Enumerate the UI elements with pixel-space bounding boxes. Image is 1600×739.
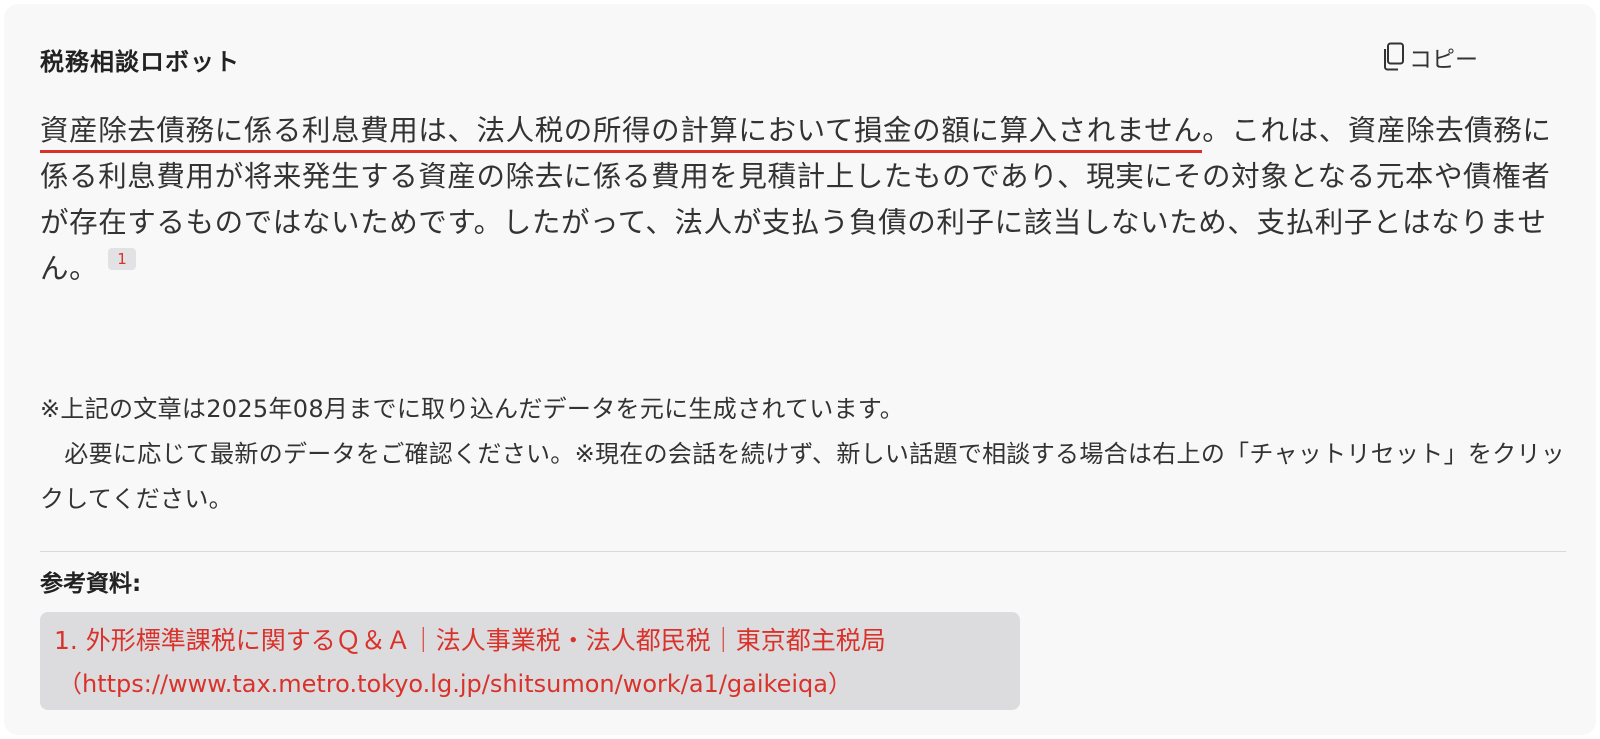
highlighted-answer: 資産除去債務に係る利息費用は、法人税の所得の計算において損金の額に算入されません xyxy=(40,114,1203,153)
divider xyxy=(40,551,1566,552)
chat-message-card: 税務相談ロボット コピー 資産除去債務に係る利息費用は、法人税の所得の計算におい… xyxy=(4,4,1596,735)
copy-button[interactable]: コピー xyxy=(1381,40,1478,74)
answer-text: 資産除去債務に係る利息費用は、法人税の所得の計算において損金の額に算入されません… xyxy=(40,108,1570,292)
disclaimer-note: ※上記の文章は2025年08月までに取り込んだデータを元に生成されています。 必… xyxy=(40,387,1570,522)
disclaimer-line-2: 必要に応じて最新のデータをご確認ください。※現在の会話を続けず、新しい話題で相談… xyxy=(40,440,1566,513)
disclaimer-line-1: ※上記の文章は2025年08月までに取り込んだデータを元に生成されています。 xyxy=(40,395,905,423)
message-header: 税務相談ロボット コピー xyxy=(40,40,1556,76)
copy-button-label: コピー xyxy=(1409,47,1478,73)
reference-link-1[interactable]: 1. 外形標準課税に関するＱ＆Ａ｜法人事業税・法人都民税｜東京都主税局 （htt… xyxy=(40,612,1020,710)
reference-url[interactable]: （https://www.tax.metro.tokyo.lg.jp/shits… xyxy=(54,662,1020,706)
references-title: 参考資料: xyxy=(40,571,142,597)
citation-badge[interactable]: 1 xyxy=(108,248,137,270)
reference-title[interactable]: 1. 外形標準課税に関するＱ＆Ａ｜法人事業税・法人都民税｜東京都主税局 xyxy=(54,620,1020,662)
bot-name: 税務相談ロボット xyxy=(40,48,240,76)
copy-icon xyxy=(1381,42,1405,72)
